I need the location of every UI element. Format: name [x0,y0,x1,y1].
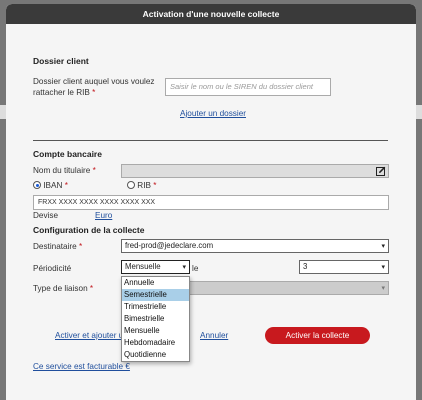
dossier-label: Dossier client auquel vous voulez rattac… [33,76,163,98]
required-marker: * [92,88,96,97]
billing-link[interactable]: Ce service est facturable € [33,362,130,371]
destinataire-value: fred-prod@jedeclare.com [125,241,214,250]
destinataire-label: Destinataire * [33,242,82,251]
edit-icon[interactable] [376,166,386,176]
chevron-down-icon: ▾ [381,243,385,250]
activation-modal: Activation d'une nouvelle collecte Dossi… [6,4,416,400]
rib-radio-label: RIB [137,181,151,190]
day-value: 3 [303,262,308,271]
devise-label: Devise [33,211,59,220]
activate-add-link[interactable]: Activer et ajouter u [55,331,123,340]
iban-radio-label: IBAN [43,181,63,190]
required-marker: * [89,284,94,293]
destinataire-select[interactable]: fred-prod@jedeclare.com ▾ [121,239,389,253]
rib-radio[interactable] [127,181,135,189]
dropdown-option[interactable]: Annuelle [122,277,189,289]
liaison-label-text: Type de liaison [33,284,88,293]
required-marker: * [153,181,157,190]
dropdown-option-highlighted[interactable]: Semestrielle [122,289,189,301]
cancel-link[interactable]: Annuler [200,331,228,340]
liaison-label: Type de liaison * [33,284,93,293]
iban-option[interactable]: IBAN * [33,181,68,190]
periodicite-label: Périodicité [33,264,72,273]
required-marker: * [64,181,68,190]
activate-collecte-button[interactable]: Activer la collecte [265,327,370,344]
holder-name-input[interactable] [121,164,389,178]
section-title-config: Configuration de la collecte [33,225,145,235]
destinataire-label-text: Destinataire [33,242,77,251]
dropdown-option[interactable]: Bimestrielle [122,313,189,325]
dossier-search-input[interactable]: Saisir le nom ou le SIREN du dossier cli… [165,78,331,96]
required-marker: * [78,242,83,251]
iban-radio[interactable] [33,181,41,189]
holder-label-text: Nom du titulaire [33,166,91,175]
periodicite-value: Mensuelle [125,262,161,271]
chevron-down-icon: ▾ [381,285,385,292]
periodicite-dropdown-list: Annuelle Semestrielle Trimestrielle Bime… [121,276,190,362]
required-marker: * [92,166,96,175]
section-title-dossier: Dossier client [33,56,89,66]
add-dossier-link[interactable]: Ajouter un dossier [180,109,246,118]
section-divider [33,140,388,141]
modal-title: Activation d'une nouvelle collecte [6,4,416,24]
le-label: le [192,264,199,273]
devise-link[interactable]: Euro [95,211,112,220]
dropdown-option[interactable]: Hebdomadaire [122,337,189,349]
periodicite-select[interactable]: Mensuelle ▾ [121,260,190,274]
day-select[interactable]: 3 ▾ [299,260,389,274]
chevron-down-icon: ▾ [381,264,385,271]
iban-input[interactable]: FRXX XXXX XXXX XXXX XXXX XXX [33,195,389,210]
section-title-compte: Compte bancaire [33,149,102,159]
holder-label: Nom du titulaire * [33,166,96,175]
dropdown-option[interactable]: Mensuelle [122,325,189,337]
chevron-down-icon: ▾ [182,264,186,271]
dropdown-option[interactable]: Trimestrielle [122,301,189,313]
rib-option[interactable]: RIB * [127,181,156,190]
dropdown-option[interactable]: Quotidienne [122,349,189,361]
